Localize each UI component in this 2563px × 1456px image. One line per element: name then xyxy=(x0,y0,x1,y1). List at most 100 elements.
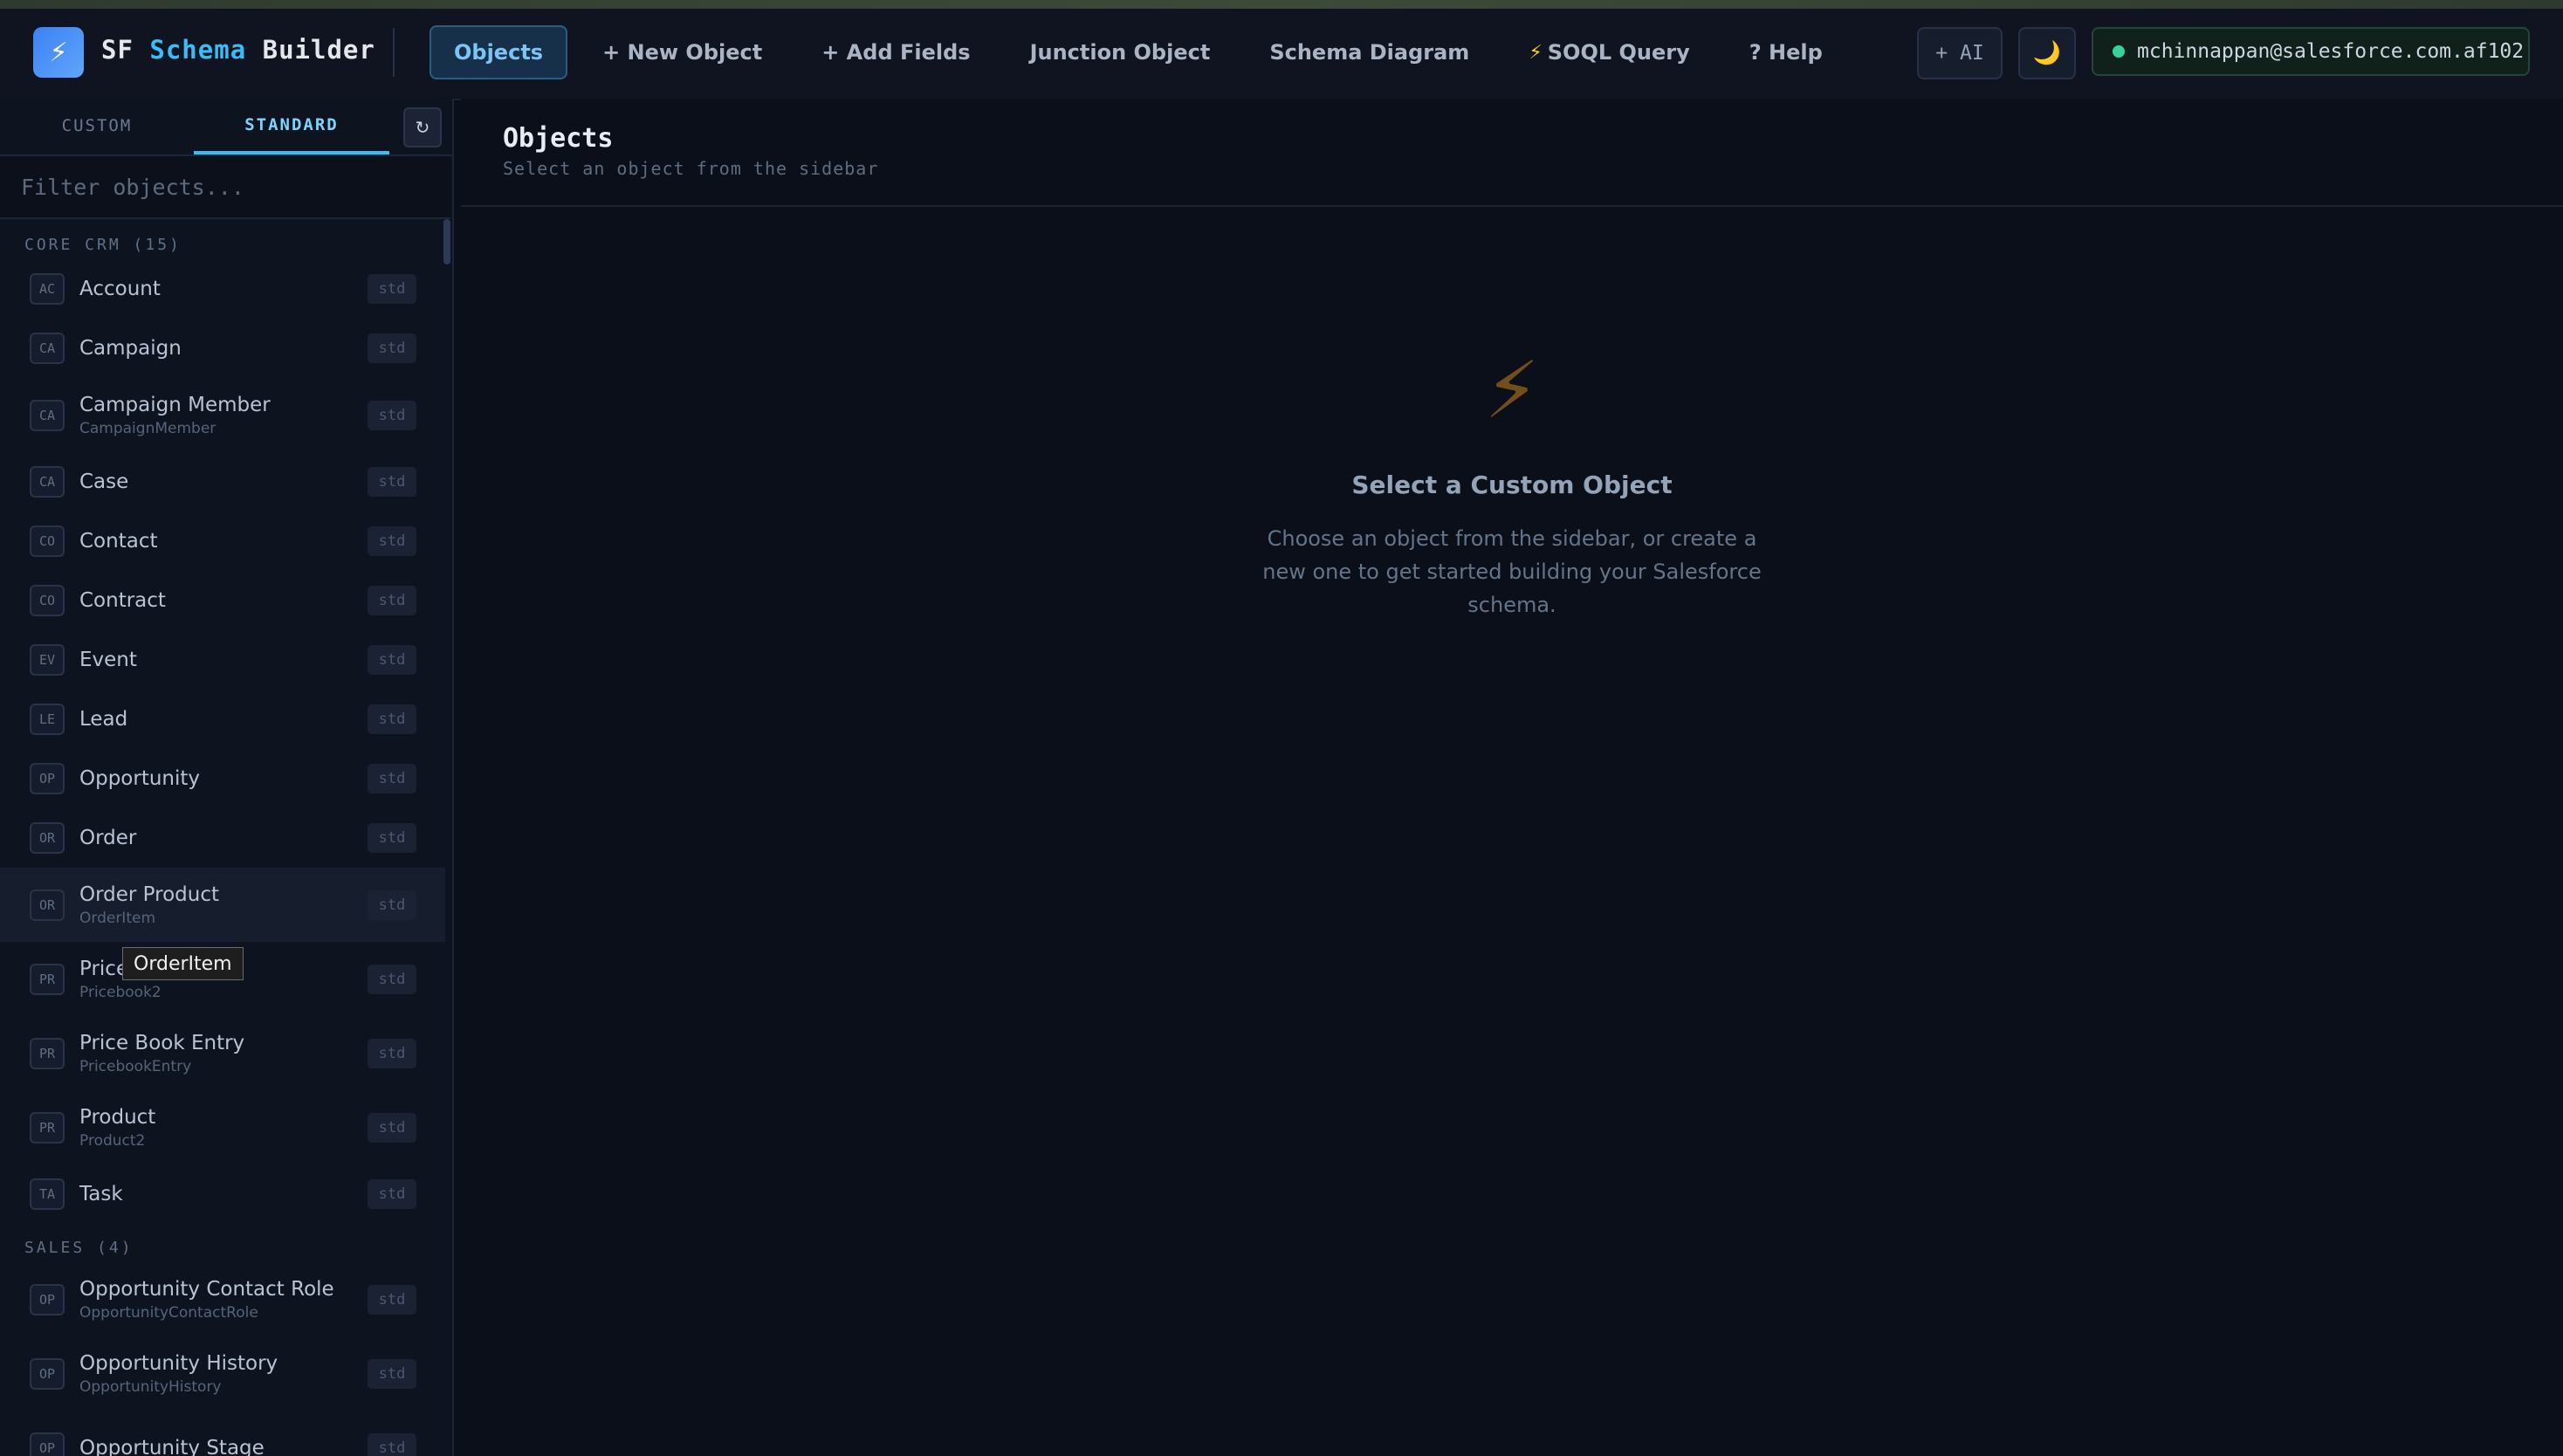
object-item-contract[interactable]: CO Contract std xyxy=(0,571,445,630)
object-abbr: OP xyxy=(30,1283,65,1315)
nav-objects[interactable]: Objects xyxy=(429,25,568,79)
group-header-core-crm: CORE CRM (15) xyxy=(24,236,182,254)
object-item-case[interactable]: CA Case std xyxy=(0,452,445,512)
std-badge: std xyxy=(368,823,416,853)
object-item-order[interactable]: OR Order std xyxy=(0,808,445,868)
top-bar: ⚡ SF Schema Builder Objects + New Object… xyxy=(0,9,2563,100)
object-label: Account xyxy=(79,278,161,300)
object-abbr: PR xyxy=(30,963,65,995)
object-abbr: CO xyxy=(30,525,65,557)
main-nav: Objects + New Object + Add Fields Juncti… xyxy=(429,25,1847,79)
object-label: Price Book Entry xyxy=(79,1031,245,1054)
object-label: Contact xyxy=(79,530,158,553)
page-title: Objects xyxy=(503,123,614,154)
std-badge: std xyxy=(368,274,416,304)
object-abbr: OP xyxy=(30,1432,65,1456)
object-label: Opportunity Stage xyxy=(79,1436,265,1456)
lightning-logo-icon: ⚡ xyxy=(33,27,84,78)
object-item-campaign[interactable]: CA Campaign std xyxy=(0,319,445,378)
object-abbr: CA xyxy=(30,399,65,431)
main-header: Objects Select an object from the sideba… xyxy=(461,99,2563,207)
object-api-name: OrderItem xyxy=(79,909,156,927)
object-abbr: OR xyxy=(30,822,65,854)
std-badge: std xyxy=(368,1038,416,1068)
std-badge: std xyxy=(368,1112,416,1143)
std-badge: std xyxy=(368,333,416,363)
object-label: Lead xyxy=(79,708,128,731)
object-abbr: EV xyxy=(30,644,65,676)
object-label: Event xyxy=(79,649,137,671)
nav-add-fields[interactable]: + Add Fields xyxy=(797,25,994,79)
nav-junction-object[interactable]: Junction Object xyxy=(1006,25,1235,79)
object-abbr: TA xyxy=(30,1178,65,1210)
empty-state-title: Select a Custom Object xyxy=(1351,470,1673,499)
object-item-task[interactable]: TA Task std xyxy=(0,1164,445,1224)
refresh-icon[interactable]: ↻ xyxy=(403,107,442,148)
std-badge: std xyxy=(368,1432,416,1456)
nav-soql-label: SOQL Query xyxy=(1547,40,1690,65)
object-api-name: Pricebook2 xyxy=(79,983,161,1001)
object-abbr: CA xyxy=(30,333,65,364)
std-badge: std xyxy=(368,400,416,430)
object-label: Contract xyxy=(79,589,166,612)
object-item-campaign-member[interactable]: CA Campaign Member CampaignMember std xyxy=(0,378,445,452)
group-header-sales: SALES (4) xyxy=(24,1239,134,1257)
moon-icon: 🌙 xyxy=(2032,40,2062,66)
header-divider xyxy=(393,28,395,77)
nav-help[interactable]: ? Help xyxy=(1725,25,1847,79)
app-title: SF Schema Builder xyxy=(101,35,375,65)
object-label: Case xyxy=(79,470,129,493)
object-label: Order xyxy=(79,827,137,849)
object-label: Task xyxy=(79,1183,123,1205)
std-badge: std xyxy=(368,764,416,793)
object-abbr: AC xyxy=(30,273,65,305)
object-item-opportunity[interactable]: OP Opportunity std xyxy=(0,749,445,808)
lightning-bolt-icon: ⚡ xyxy=(1529,41,1543,64)
object-item-opportunity-contact-role[interactable]: OP Opportunity Contact Role OpportunityC… xyxy=(0,1262,445,1336)
std-badge: std xyxy=(368,467,416,497)
object-item-lead[interactable]: LE Lead std xyxy=(0,690,445,749)
page-subtitle: Select an object from the sidebar xyxy=(503,158,879,179)
nav-new-object[interactable]: + New Object xyxy=(578,25,787,79)
connection-status-dot xyxy=(2113,45,2125,58)
object-item-price-book-entry[interactable]: PR Price Book Entry PricebookEntry std xyxy=(0,1016,445,1090)
object-item-event[interactable]: EV Event std xyxy=(0,630,445,690)
object-abbr: PR xyxy=(30,1111,65,1144)
std-badge: std xyxy=(368,1179,416,1209)
tab-custom[interactable]: CUSTOM xyxy=(0,99,194,153)
std-badge: std xyxy=(368,704,416,734)
std-badge: std xyxy=(368,1284,416,1315)
object-list: CORE CRM (15) AC Account std CA Campaign… xyxy=(0,221,445,1456)
std-badge: std xyxy=(368,964,416,994)
org-user-badge[interactable]: mchinnappan@salesforce.com.af102 xyxy=(2092,27,2530,76)
theme-toggle-button[interactable]: 🌙 xyxy=(2018,27,2076,79)
filter-objects-input[interactable] xyxy=(0,156,450,217)
object-item-opportunity-history[interactable]: OP Opportunity History OpportunityHistor… xyxy=(0,1336,445,1411)
sidebar-tabs: CUSTOM STANDARD ↻ xyxy=(0,99,452,156)
object-api-name: PricebookEntry xyxy=(79,1057,192,1075)
object-item-product[interactable]: PR Product Product2 std xyxy=(0,1090,445,1164)
object-label: Campaign xyxy=(79,337,182,360)
tab-standard[interactable]: STANDARD xyxy=(194,99,389,155)
object-label: Opportunity History xyxy=(79,1351,278,1375)
filter-objects xyxy=(0,156,450,219)
object-label: Opportunity Contact Role xyxy=(79,1277,334,1301)
object-item-contact[interactable]: CO Contact std xyxy=(0,512,445,571)
tooltip: OrderItem xyxy=(122,947,244,980)
object-abbr: OP xyxy=(30,763,65,794)
ai-button[interactable]: + AI xyxy=(1917,27,2003,79)
lightning-bolt-icon: ⚡ xyxy=(1484,345,1540,436)
object-abbr: CO xyxy=(30,585,65,616)
object-item-opportunity-stage[interactable]: OP Opportunity Stage std xyxy=(0,1411,445,1456)
std-badge: std xyxy=(368,526,416,556)
object-api-name: Product2 xyxy=(79,1131,146,1150)
empty-state-description: Choose an object from the sidebar, or cr… xyxy=(1262,526,1762,617)
nav-schema-diagram[interactable]: Schema Diagram xyxy=(1245,25,1494,79)
object-item-account[interactable]: AC Account std xyxy=(0,259,445,319)
object-api-name: OpportunityContactRole xyxy=(79,1303,258,1322)
main-panel: Objects Select an object from the sideba… xyxy=(461,99,2563,1456)
object-item-order-product[interactable]: OR Order Product OrderItem std xyxy=(0,868,445,942)
object-label: Opportunity xyxy=(79,767,201,790)
nav-soql-query[interactable]: ⚡ SOQL Query xyxy=(1504,25,1714,79)
object-label: Order Product xyxy=(79,883,220,906)
